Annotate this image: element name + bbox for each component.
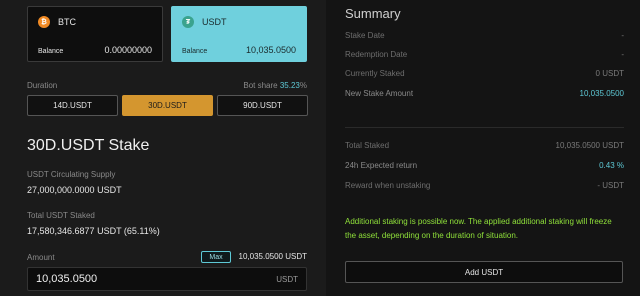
coin-card-usdt[interactable]: ₮ USDT Balance 10,035.0500 <box>171 6 307 62</box>
stake-panel: ₿ BTC Balance 0.00000000 ₮ USDT Balance … <box>0 0 326 296</box>
add-usdt-button[interactable]: Add USDT <box>345 261 623 283</box>
summary-key: 24h Expected return <box>345 161 418 170</box>
summary-divider <box>345 127 624 128</box>
amount-unit: USDT <box>276 274 298 284</box>
coin-header: ₿ BTC <box>38 16 76 28</box>
summary-key: Redemption Date <box>345 50 408 59</box>
balance-value: 0.00000000 <box>104 45 152 55</box>
coin-name: USDT <box>202 17 227 27</box>
balance-label: Balance <box>38 48 64 55</box>
summary-row-redemption-date: Redemption Date - <box>345 50 624 59</box>
bot-share-unit: % <box>299 81 307 90</box>
summary-value: 0 USDT <box>595 69 624 78</box>
coin-header: ₮ USDT <box>182 16 227 28</box>
bot-share: Bot share 35.23% <box>243 81 307 90</box>
summary-row-expected-return: 24h Expected return 0.43 % <box>345 161 624 170</box>
summary-key: New Stake Amount <box>345 89 414 98</box>
summary-row-stake-date: Stake Date - <box>345 31 624 40</box>
staking-notice: Additional staking is possible now. The … <box>345 217 612 240</box>
duration-option-90d[interactable]: 90D.USDT <box>217 95 308 116</box>
summary-value: - USDT <box>597 181 624 190</box>
amount-value: 10,035.0500 <box>36 273 98 285</box>
coin-balance-row: Balance 10,035.0500 <box>182 45 296 55</box>
max-value: 10,035.0500 USDT <box>238 252 308 261</box>
summary-key: Currently Staked <box>345 69 405 78</box>
amount-input[interactable]: 10,035.0500 USDT <box>27 267 307 291</box>
summary-value: 0.43 % <box>599 161 624 170</box>
summary-value: - <box>621 50 624 59</box>
bot-share-value: 35.23 <box>279 81 300 90</box>
duration-option-14d[interactable]: 14D.USDT <box>27 95 118 116</box>
summary-value: 10,035.0500 <box>579 89 625 98</box>
coin-balance-row: Balance 0.00000000 <box>38 45 152 55</box>
total-staked-value: 17,580,346.6877 USDT (65.11%) <box>27 226 160 236</box>
circulating-supply-label: USDT Circulating Supply <box>27 170 116 179</box>
duration-header: Duration Bot share 35.23% <box>27 81 307 90</box>
circulating-supply-value: 27,000,000.0000 USDT <box>27 185 122 195</box>
summary-row-currently-staked: Currently Staked 0 USDT <box>345 69 624 78</box>
tether-icon: ₮ <box>182 16 194 28</box>
balance-label: Balance <box>182 48 208 55</box>
summary-value: - <box>621 31 624 40</box>
summary-row-total-staked: Total Staked 10,035.0500 USDT <box>345 141 624 150</box>
duration-label: Duration <box>27 81 58 90</box>
summary-row-new-stake-amount: New Stake Amount 10,035.0500 <box>345 89 624 98</box>
duration-option-30d[interactable]: 30D.USDT <box>122 95 213 116</box>
bot-share-label: Bot share <box>243 81 278 90</box>
summary-key: Total Staked <box>345 141 390 150</box>
summary-key: Reward when unstaking <box>345 181 431 190</box>
summary-key: Stake Date <box>345 31 385 40</box>
summary-value: 10,035.0500 USDT <box>555 141 625 150</box>
summary-title: Summary <box>345 6 401 21</box>
duration-options: 14D.USDT 30D.USDT 90D.USDT <box>27 95 308 116</box>
amount-label: Amount <box>27 253 55 262</box>
total-staked-label: Total USDT Staked <box>27 211 95 220</box>
bitcoin-icon: ₿ <box>38 16 50 28</box>
coin-card-btc[interactable]: ₿ BTC Balance 0.00000000 <box>27 6 163 62</box>
summary-row-reward-unstaking: Reward when unstaking - USDT <box>345 181 624 190</box>
stake-title: 30D.USDT Stake <box>27 137 150 154</box>
balance-value: 10,035.0500 <box>245 45 296 55</box>
max-button[interactable]: Max <box>201 251 231 263</box>
coin-name: BTC <box>58 17 76 27</box>
